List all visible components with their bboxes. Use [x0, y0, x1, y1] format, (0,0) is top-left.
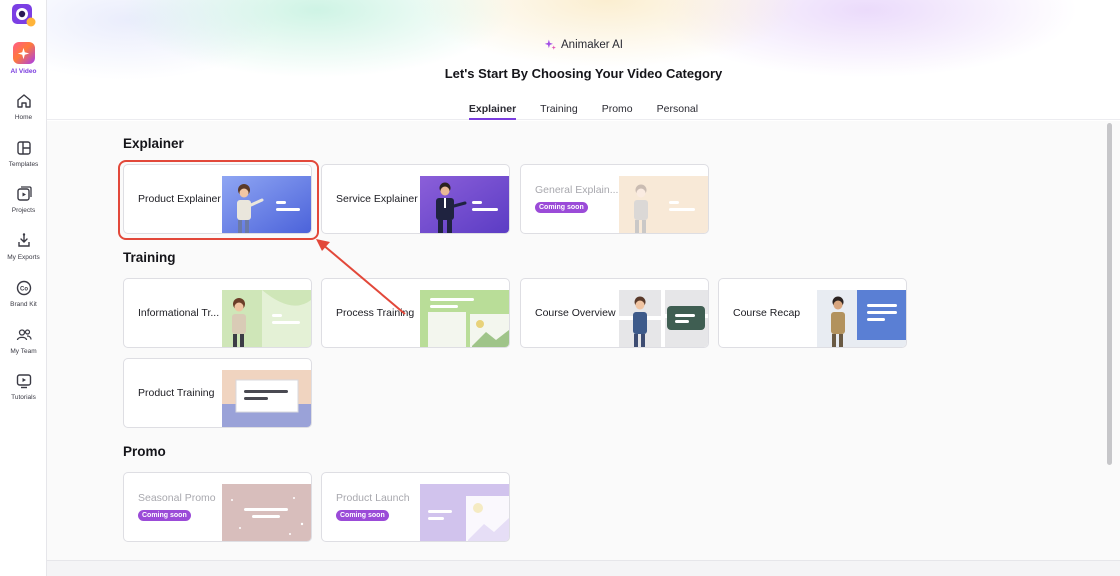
section-title-promo: Promo: [123, 444, 166, 459]
page-title: Let's Start By Choosing Your Video Categ…: [444, 66, 723, 81]
tutorials-icon: [16, 374, 31, 389]
card-label: Product Launch: [336, 492, 410, 504]
sidebar-item-my-exports[interactable]: My Exports: [0, 232, 47, 261]
card-label: Product Explainer: [138, 193, 221, 205]
process-training-thumbnail: [420, 290, 509, 347]
sidebar-item-label: My Team: [10, 348, 37, 355]
templates-icon: [16, 141, 31, 155]
sidebar-item-home[interactable]: Home: [0, 92, 47, 121]
brand-name: Animaker AI: [561, 38, 623, 51]
svg-text:Co: Co: [20, 287, 28, 293]
informational-training-thumbnail: [222, 290, 311, 347]
sparkle-icon: [544, 39, 556, 50]
app-logo[interactable]: [11, 3, 37, 27]
tab-personal[interactable]: Personal: [657, 103, 698, 120]
card-label: Process Training: [336, 307, 415, 319]
section-title-explainer: Explainer: [123, 136, 184, 151]
sidebar-item-label: Tutorials: [11, 394, 36, 401]
card-label: Course Recap: [733, 307, 801, 319]
card-label: Product Training: [138, 387, 215, 399]
card-product-explainer[interactable]: Product Explainer: [123, 164, 312, 234]
projects-icon: [16, 186, 32, 201]
seasonal-promo-thumbnail: [222, 484, 311, 541]
card-label: Course Overview: [535, 307, 616, 319]
card-product-training[interactable]: Product Training: [123, 358, 312, 428]
card-product-launch[interactable]: Product Launch Coming soon: [321, 472, 510, 542]
exports-icon: [17, 233, 30, 247]
brand-kit-icon: Co: [16, 280, 31, 296]
category-list: Explainer Product Explainer Service Expl…: [47, 121, 1120, 560]
sidebar-item-brand-kit[interactable]: Co Brand Kit: [0, 279, 47, 308]
service-explainer-thumbnail: [420, 176, 509, 233]
card-course-overview[interactable]: Course Overview: [520, 278, 709, 348]
card-process-training[interactable]: Process Training: [321, 278, 510, 348]
card-seasonal-promo[interactable]: Seasonal Promo Coming soon: [123, 472, 312, 542]
sidebar: AI Video Home Templates Projects My Expo…: [0, 0, 47, 576]
sidebar-item-projects[interactable]: Projects: [0, 185, 47, 214]
section-title-training: Training: [123, 250, 176, 265]
card-general-explainer[interactable]: General Explain... Coming soon: [520, 164, 709, 234]
sidebar-item-tutorials[interactable]: Tutorials: [0, 372, 47, 401]
header: Animaker AI Let's Start By Choosing Your…: [47, 0, 1120, 120]
tab-training[interactable]: Training: [540, 103, 578, 120]
tab-promo[interactable]: Promo: [602, 103, 633, 120]
card-course-recap[interactable]: Course Recap: [718, 278, 907, 348]
card-label: Service Explainer: [336, 193, 418, 205]
category-tabs: Explainer Training Promo Personal: [47, 103, 1120, 120]
bottom-bar: [47, 560, 1120, 576]
sidebar-item-label: Projects: [11, 207, 36, 214]
card-service-explainer[interactable]: Service Explainer: [321, 164, 510, 234]
product-launch-thumbnail: [420, 484, 509, 541]
tab-explainer[interactable]: Explainer: [468, 103, 517, 120]
general-explainer-thumbnail: [619, 176, 708, 233]
product-explainer-thumbnail: [222, 176, 311, 233]
scrollbar[interactable]: [1107, 123, 1112, 465]
sidebar-item-label: Templates: [8, 161, 39, 168]
course-recap-thumbnail: [817, 290, 906, 347]
course-overview-thumbnail: [619, 290, 708, 347]
sidebar-item-label: Home: [14, 114, 33, 121]
sidebar-item-label: My Exports: [7, 254, 40, 261]
coming-soon-badge: Coming soon: [535, 202, 588, 213]
sidebar-item-my-team[interactable]: My Team: [0, 326, 47, 355]
card-label: General Explain...: [535, 184, 619, 196]
sidebar-item-ai-video[interactable]: AI Video: [0, 42, 47, 75]
card-label: Informational Tr...: [138, 307, 220, 319]
coming-soon-badge: Coming soon: [336, 510, 389, 521]
card-label: Seasonal Promo: [138, 492, 216, 504]
team-icon: [16, 329, 32, 341]
card-informational-training[interactable]: Informational Tr...: [123, 278, 312, 348]
sidebar-item-label: AI Video: [10, 68, 37, 75]
coming-soon-badge: Coming soon: [138, 510, 191, 521]
sidebar-item-templates[interactable]: Templates: [0, 139, 47, 168]
brand: Animaker AI: [47, 38, 1120, 51]
home-icon: [16, 94, 31, 108]
product-training-thumbnail: [222, 370, 311, 427]
ai-video-icon: [12, 42, 35, 64]
sidebar-item-label: Brand Kit: [10, 301, 37, 308]
